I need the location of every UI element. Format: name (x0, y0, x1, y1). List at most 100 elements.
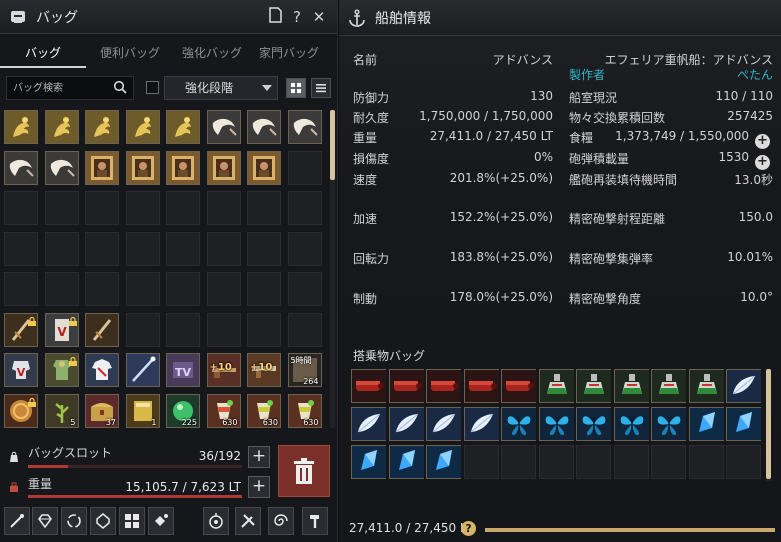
empty-bag-slot[interactable] (166, 272, 200, 306)
add-ammo-button[interactable]: + (755, 155, 770, 170)
cargo-item-slot[interactable] (463, 407, 499, 441)
cargo-item-slot[interactable] (613, 407, 649, 441)
crafting-button[interactable] (235, 507, 261, 535)
cargo-item-slot[interactable] (501, 407, 536, 441)
cargo-item-slot[interactable] (426, 407, 461, 441)
bag-item-slot[interactable] (247, 110, 281, 144)
empty-cargo-slot[interactable] (613, 445, 649, 479)
empty-cargo-slot[interactable] (463, 445, 499, 479)
empty-bag-slot[interactable] (85, 231, 119, 266)
crystal-button[interactable] (90, 507, 116, 535)
bag-item-slot[interactable] (125, 150, 160, 185)
empty-bag-slot[interactable] (4, 231, 38, 266)
empty-bag-slot[interactable] (287, 191, 322, 225)
help-icon[interactable]: ? (461, 521, 476, 536)
bag-item-slot[interactable] (4, 110, 38, 144)
bag-scrollbar[interactable] (330, 110, 335, 428)
sort-select[interactable]: 強化段階 (164, 76, 278, 100)
bag-item-slot[interactable] (4, 393, 38, 428)
bag-item-slot[interactable]: V (44, 312, 79, 347)
magic-wand-button[interactable] (4, 507, 30, 535)
cargo-item-slot[interactable] (726, 369, 761, 403)
ship-titlebar[interactable]: 船舶情報 (339, 0, 781, 36)
tab-bag[interactable]: バッグ (0, 40, 86, 68)
list-view-button[interactable] (311, 78, 331, 98)
bag-item-slot[interactable]: 630 (287, 393, 322, 428)
tab-family-bag[interactable]: 家門バッグ (250, 40, 328, 68)
empty-bag-slot[interactable] (206, 272, 241, 306)
empty-bag-slot[interactable] (206, 191, 241, 225)
cargo-scrollbar[interactable] (766, 369, 771, 481)
cargo-item-slot[interactable] (651, 407, 686, 441)
cargo-item-slot[interactable] (576, 369, 611, 403)
hammer-button[interactable] (302, 507, 328, 535)
recycle-button[interactable] (61, 507, 87, 535)
bag-item-slot[interactable]: 37 (85, 393, 119, 428)
bag-item-slot[interactable] (85, 150, 119, 185)
cargo-item-slot[interactable] (651, 369, 686, 403)
tab-convenience-bag[interactable]: 便利バッグ (86, 40, 174, 68)
empty-bag-slot[interactable] (125, 191, 160, 225)
bag-item-slot[interactable] (4, 150, 38, 185)
cargo-item-slot[interactable] (388, 445, 424, 479)
bag-item-slot[interactable] (125, 353, 160, 387)
bag-item-slot[interactable] (247, 150, 281, 185)
empty-bag-slot[interactable] (125, 312, 160, 347)
empty-cargo-slot[interactable] (688, 445, 724, 479)
bag-item-slot[interactable]: TV (166, 353, 200, 387)
cargo-item-slot[interactable] (426, 445, 461, 479)
bag-item-slot[interactable] (85, 353, 119, 387)
bag-item-slot[interactable] (4, 312, 38, 347)
tab-enhance-bag[interactable]: 強化バッグ (174, 40, 250, 68)
search-icon[interactable] (113, 80, 127, 97)
bag-item-slot[interactable]: +10 (247, 353, 281, 387)
empty-cargo-slot[interactable] (726, 445, 761, 479)
bag-item-slot[interactable]: 630 (247, 393, 281, 428)
trash-button[interactable] (278, 445, 330, 497)
transfer-button[interactable] (148, 507, 174, 535)
cargo-item-slot[interactable] (688, 369, 724, 403)
empty-bag-slot[interactable] (247, 312, 281, 347)
empty-bag-slot[interactable] (44, 272, 79, 306)
bag-item-slot[interactable] (44, 110, 79, 144)
add-slot-button[interactable]: + (248, 446, 270, 468)
empty-bag-slot[interactable] (44, 191, 79, 225)
bag-item-slot[interactable]: 5時間 264 (287, 353, 322, 387)
empty-bag-slot[interactable] (85, 191, 119, 225)
empty-cargo-slot[interactable] (501, 445, 536, 479)
bag-item-slot[interactable] (85, 312, 119, 347)
bag-item-slot[interactable]: 1 (125, 393, 160, 428)
empty-bag-slot[interactable] (247, 272, 281, 306)
cargo-item-slot[interactable] (613, 369, 649, 403)
cargo-item-slot[interactable] (388, 369, 424, 403)
empty-bag-slot[interactable] (287, 312, 322, 347)
empty-bag-slot[interactable] (4, 191, 38, 225)
bag-item-slot[interactable] (206, 150, 241, 185)
close-icon[interactable]: ✕ (311, 7, 327, 28)
empty-cargo-slot[interactable] (538, 445, 574, 479)
bag-item-slot[interactable] (206, 110, 241, 144)
empty-bag-slot[interactable] (166, 231, 200, 266)
gem-button[interactable] (32, 507, 58, 535)
search-input[interactable] (7, 77, 107, 99)
empty-bag-slot[interactable] (206, 231, 241, 266)
empty-bag-slot[interactable] (166, 191, 200, 225)
cargo-item-slot[interactable] (501, 369, 536, 403)
empty-cargo-slot[interactable] (576, 445, 611, 479)
add-food-button[interactable]: + (755, 134, 770, 149)
cargo-item-slot[interactable] (463, 369, 499, 403)
empty-bag-slot[interactable] (247, 231, 281, 266)
bag-search-field[interactable] (6, 76, 134, 100)
empty-bag-slot[interactable] (287, 231, 322, 266)
bag-item-slot[interactable] (44, 353, 79, 387)
empty-cargo-slot[interactable] (651, 445, 686, 479)
cargo-item-slot[interactable] (388, 407, 424, 441)
bag-item-slot[interactable] (166, 150, 200, 185)
empty-bag-slot[interactable] (125, 231, 160, 266)
empty-bag-slot[interactable] (4, 272, 38, 306)
filter-checkbox[interactable] (146, 81, 159, 94)
bag-item-slot[interactable] (85, 110, 119, 144)
bag-scroll-thumb[interactable] (330, 110, 335, 180)
bag-item-slot[interactable]: V (4, 353, 38, 387)
cargo-item-slot[interactable] (576, 407, 611, 441)
